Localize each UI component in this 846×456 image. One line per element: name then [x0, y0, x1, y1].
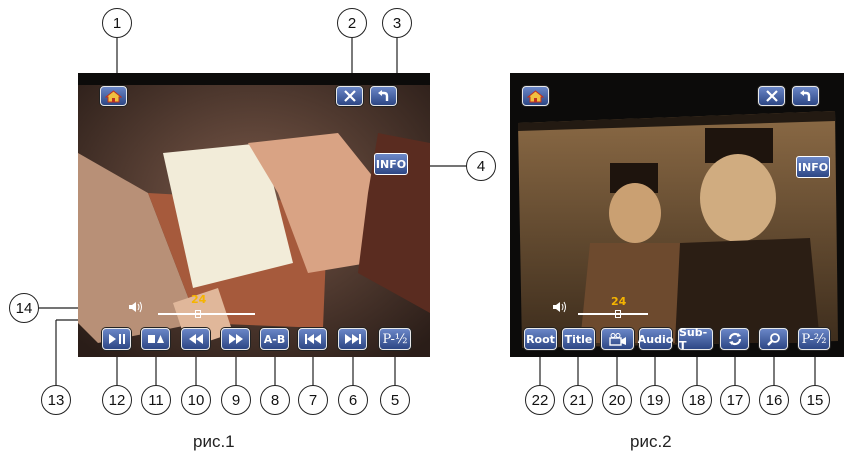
- return-arrow-icon: [799, 89, 810, 101]
- time-value: 24: [611, 295, 627, 308]
- volume-indicator: [128, 301, 144, 316]
- ab-repeat-button[interactable]: A-B: [260, 328, 289, 350]
- callout-13: 13: [41, 385, 71, 415]
- home-button[interactable]: [100, 86, 127, 106]
- tools-icon: [765, 90, 778, 102]
- home-button[interactable]: [522, 86, 549, 106]
- speaker-icon: [129, 301, 142, 313]
- previous-track-icon: [304, 334, 321, 344]
- next-button[interactable]: [338, 328, 367, 350]
- progress-bar[interactable]: [578, 313, 648, 315]
- angle-button[interactable]: [601, 328, 634, 350]
- callout-8: 8: [260, 385, 290, 415]
- callout-21: 21: [563, 385, 593, 415]
- callout-12: 12: [102, 385, 132, 415]
- progress-bar[interactable]: [158, 313, 255, 315]
- stop-button[interactable]: [141, 328, 170, 350]
- play-pause-button[interactable]: [102, 328, 131, 350]
- time-value: 24: [191, 293, 207, 306]
- callout-14: 14: [9, 293, 39, 323]
- fast-forward-button[interactable]: [221, 328, 250, 350]
- magnifier-icon: [766, 333, 780, 346]
- root-menu-button[interactable]: Root: [524, 328, 557, 350]
- progress-thumb[interactable]: [615, 310, 621, 318]
- callout-6: 6: [338, 385, 368, 415]
- callout-11: 11: [141, 385, 171, 415]
- audio-button[interactable]: Audio: [638, 328, 673, 350]
- figure-caption-2: рис.2: [630, 432, 672, 451]
- title-menu-button[interactable]: Title: [562, 328, 595, 350]
- page-button[interactable]: P-²⁄₂: [798, 328, 830, 350]
- info-button[interactable]: INFO: [796, 156, 830, 178]
- subtitle-button[interactable]: Sub-T: [678, 326, 713, 352]
- next-track-icon: [344, 334, 361, 344]
- zoom-button[interactable]: [759, 328, 788, 350]
- callout-18: 18: [682, 385, 712, 415]
- home-icon: [527, 89, 544, 102]
- previous-button[interactable]: [298, 328, 327, 350]
- rewind-button[interactable]: [181, 328, 210, 350]
- stop-eject-icon: [147, 335, 164, 343]
- volume-indicator: [552, 301, 568, 316]
- callout-5: 5: [380, 385, 410, 415]
- settings-button[interactable]: [758, 86, 785, 106]
- rewind-icon: [188, 334, 203, 344]
- fast-forward-icon: [228, 334, 243, 344]
- callout-2: 2: [337, 8, 367, 38]
- repeat-icon: [728, 332, 741, 346]
- info-button[interactable]: INFO: [374, 153, 408, 175]
- player-screen-1: INFO 24 A-B P-½: [78, 73, 430, 357]
- page-button[interactable]: P-½: [379, 328, 411, 350]
- callout-3: 3: [382, 8, 412, 38]
- player-screen-2: INFO 24 Root Title Audio Sub-T P-²⁄₂: [510, 73, 844, 357]
- repeat-button[interactable]: [720, 328, 749, 350]
- return-arrow-icon: [377, 89, 388, 101]
- callout-1: 1: [102, 8, 132, 38]
- tools-icon: [343, 90, 356, 102]
- callout-17: 17: [720, 385, 750, 415]
- figure-caption-1: рис.1: [193, 432, 235, 451]
- settings-button[interactable]: [336, 86, 363, 106]
- camera-angle-icon: [608, 332, 626, 346]
- back-button[interactable]: [792, 86, 819, 106]
- callout-4: 4: [466, 151, 496, 181]
- callout-16: 16: [759, 385, 789, 415]
- back-button[interactable]: [370, 86, 397, 106]
- speaker-icon: [553, 301, 566, 313]
- home-icon: [105, 89, 122, 102]
- play-pause-icon: [108, 334, 125, 344]
- callout-7: 7: [298, 385, 328, 415]
- callout-10: 10: [181, 385, 211, 415]
- callout-15: 15: [800, 385, 830, 415]
- callout-19: 19: [640, 385, 670, 415]
- callout-20: 20: [602, 385, 632, 415]
- progress-thumb[interactable]: [195, 310, 201, 318]
- callout-9: 9: [221, 385, 251, 415]
- callout-22: 22: [525, 385, 555, 415]
